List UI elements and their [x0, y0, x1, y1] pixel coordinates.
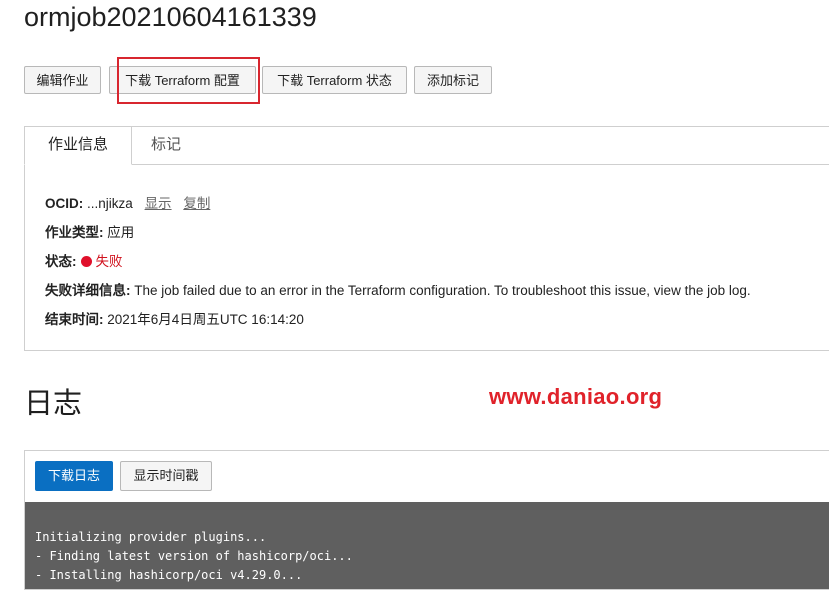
log-line: Initializing provider plugins...: [35, 530, 267, 544]
ocid-label: OCID:: [45, 196, 84, 211]
job-type-label: 作业类型:: [45, 225, 104, 240]
finished-time-label: 结束时间:: [45, 312, 104, 327]
failure-details-value: The job failed due to an error in the Te…: [134, 283, 751, 298]
edit-job-button[interactable]: 编辑作业: [24, 66, 101, 94]
ocid-copy-link[interactable]: 复制: [183, 196, 210, 211]
download-terraform-state-button[interactable]: 下载 Terraform 状态: [262, 66, 407, 94]
ocid-value: ...njikza: [87, 196, 133, 211]
tab-tags[interactable]: 标记: [151, 127, 181, 164]
log-line: - Finding latest version of hashicorp/oc…: [35, 549, 353, 563]
download-terraform-config-button[interactable]: 下载 Terraform 配置: [109, 66, 256, 94]
add-tags-button[interactable]: 添加标记: [414, 66, 492, 94]
logs-section-title: 日志: [24, 388, 83, 420]
job-type-value: 应用: [107, 225, 135, 240]
ocid-row: OCID: ...njikza 显示 复制: [45, 192, 210, 212]
state-row: 状态: 失败: [45, 250, 123, 270]
ocid-show-link[interactable]: 显示: [145, 196, 172, 211]
state-label: 状态:: [45, 254, 77, 269]
failed-status-icon: [80, 256, 92, 267]
tab-job-info[interactable]: 作业信息: [24, 126, 132, 165]
page-title: ormjob20210604161339: [24, 2, 317, 32]
finished-time-row: 结束时间: 2021年6月4日周五UTC 16:14:20: [45, 308, 304, 328]
finished-time-value: 2021年6月4日周五UTC 16:14:20: [107, 312, 304, 327]
log-panel: 下载日志 显示时间戳 Initializing provider plugins…: [24, 450, 829, 590]
job-type-row: 作业类型: 应用: [45, 221, 134, 241]
log-output: Initializing provider plugins... - Findi…: [25, 502, 829, 589]
job-details-panel: 作业信息 标记 OCID: ...njikza 显示 复制 作业类型: 应用 状…: [24, 126, 829, 351]
watermark: www.daniao.org: [489, 384, 663, 409]
tabs-divider: [131, 164, 829, 165]
show-timestamps-button[interactable]: 显示时间戳: [120, 461, 212, 491]
failure-details-row: 失败详细信息: The job failed due to an error i…: [45, 279, 751, 299]
state-value: 失败: [95, 254, 123, 269]
download-log-button[interactable]: 下载日志: [35, 461, 113, 491]
failure-details-label: 失败详细信息:: [45, 283, 131, 298]
log-line: - Installing hashicorp/oci v4.29.0...: [35, 568, 303, 582]
